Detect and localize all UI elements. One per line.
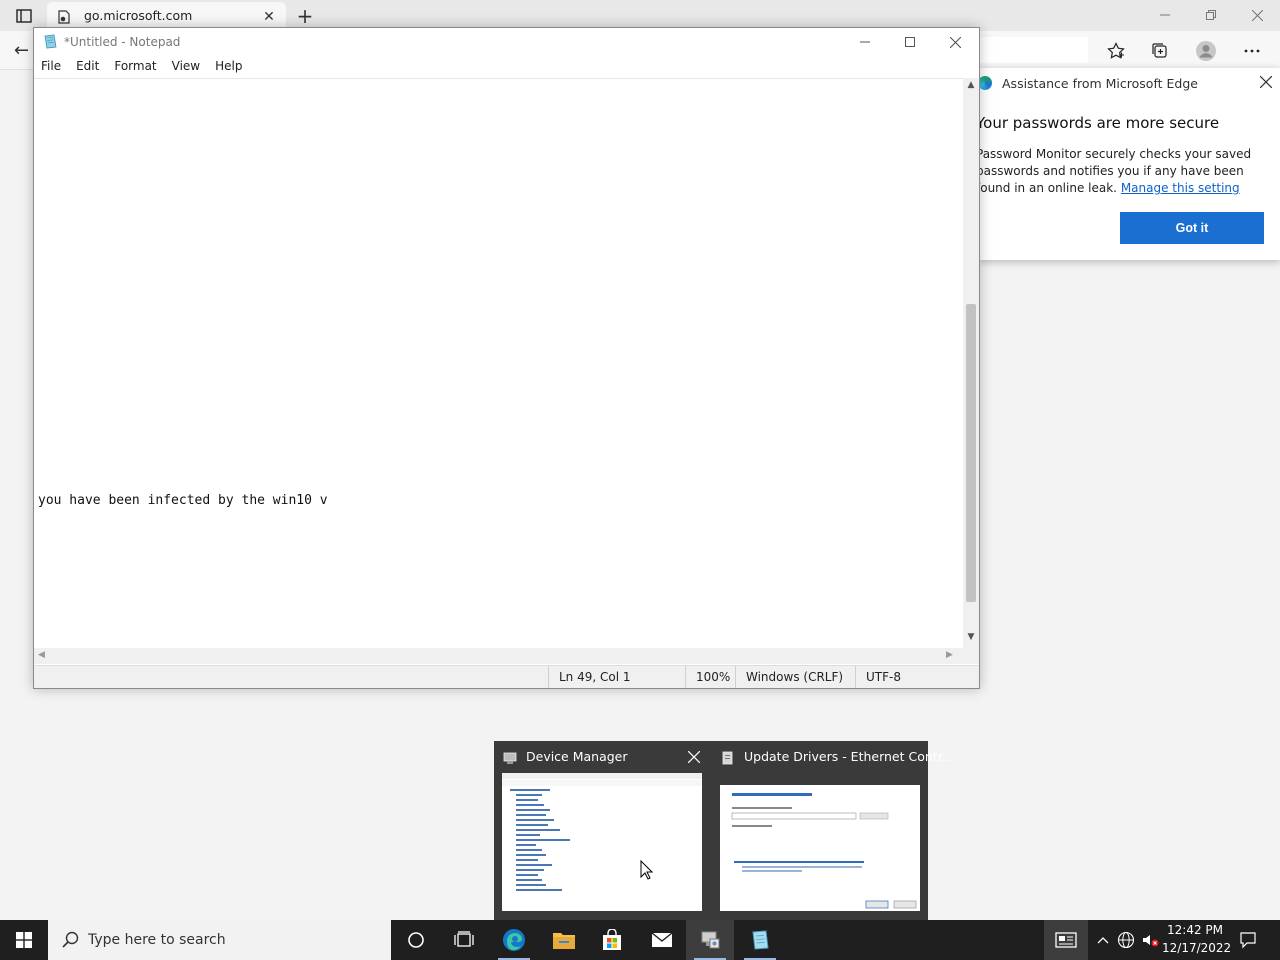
update-drivers-thumbnail[interactable]: Update Drivers - Ethernet Contr...	[712, 741, 954, 920]
task-view-icon[interactable]	[440, 920, 488, 960]
scroll-down-arrow-icon[interactable]: ▼	[965, 632, 977, 644]
manage-setting-link[interactable]: Manage this setting	[1121, 181, 1240, 195]
volume-muted-icon[interactable]	[1140, 930, 1160, 950]
taskbar-thumbnail-group: Device Manager Update Drivers - Ethernet…	[494, 741, 954, 920]
document-text: you have been infected by the win10 v	[38, 493, 328, 508]
update-drivers-preview	[720, 785, 920, 911]
tab-close-button[interactable]: ✕	[259, 7, 279, 27]
status-encoding: UTF-8	[855, 666, 979, 688]
scroll-up-arrow-icon[interactable]: ▲	[965, 80, 977, 92]
status-line-ending: Windows (CRLF)	[735, 666, 855, 688]
more-options-icon[interactable]	[1238, 38, 1266, 64]
windows-taskbar: Type here to search 12:42 PM 12/17/2022	[0, 920, 1280, 960]
scrollbar-corner	[963, 648, 979, 664]
status-cursor-position: Ln 49, Col 1	[548, 666, 685, 688]
show-hidden-icons-chevron-icon[interactable]	[1093, 930, 1113, 950]
profile-avatar-icon[interactable]	[1192, 38, 1220, 64]
edge-logo-icon	[978, 76, 992, 90]
page-favicon-icon	[57, 9, 71, 24]
search-placeholder: Type here to search	[88, 932, 226, 948]
notepad-menu-bar: File Edit Format View Help	[34, 57, 979, 77]
notepad-title-bar[interactable]: *Untitled - Notepad	[34, 28, 979, 57]
cortana-icon[interactable]	[392, 920, 440, 960]
menu-view[interactable]: View	[165, 57, 208, 77]
vertical-scrollbar[interactable]: ▲ ▼	[963, 78, 979, 648]
device-manager-thumbnail-title: Device Manager	[526, 749, 628, 764]
popup-title: Your passwords are more secure	[976, 114, 1220, 132]
action-center-icon[interactable]	[1238, 930, 1258, 950]
update-drivers-thumbnail-title: Update Drivers - Ethernet Contr...	[744, 749, 954, 764]
device-manager-icon	[503, 750, 517, 764]
browser-minimize-button[interactable]	[1142, 0, 1188, 30]
notepad-window: *Untitled - Notepad File Edit Format Vie…	[33, 27, 980, 689]
vertical-scroll-thumb[interactable]	[966, 304, 976, 602]
news-widget-icon[interactable]	[1044, 920, 1088, 960]
tab-actions-icon[interactable]	[8, 6, 40, 26]
driver-update-icon	[721, 750, 735, 765]
address-bar[interactable]	[978, 37, 1088, 63]
device-manager-preview	[502, 773, 702, 911]
notepad-close-button[interactable]	[932, 28, 978, 56]
popup-header: Assistance from Microsoft Edge	[1002, 76, 1198, 91]
menu-format[interactable]: Format	[107, 57, 164, 77]
favorites-icon[interactable]	[1102, 38, 1130, 64]
scroll-right-arrow-icon[interactable]: ▶	[946, 650, 953, 660]
notepad-app-icon	[43, 34, 57, 49]
status-zoom: 100%	[685, 666, 735, 688]
thumbnail-close-button[interactable]	[683, 746, 705, 768]
menu-edit[interactable]: Edit	[69, 57, 107, 77]
browser-close-button[interactable]	[1234, 0, 1280, 30]
network-globe-icon[interactable]	[1116, 930, 1136, 950]
new-tab-button[interactable]: +	[292, 4, 318, 28]
notepad-maximize-button[interactable]	[887, 28, 933, 56]
scroll-left-arrow-icon[interactable]: ◀	[38, 650, 45, 660]
got-it-button[interactable]: Got it	[1120, 212, 1264, 244]
notepad-text-area[interactable]: you have been infected by the win10 v	[34, 78, 963, 649]
popup-close-button[interactable]	[1256, 72, 1276, 92]
edge-taskbar-icon[interactable]	[490, 920, 538, 960]
notepad-status-bar: Ln 49, Col 1 100% Windows (CRLF) UTF-8	[34, 665, 979, 688]
notepad-taskbar-icon[interactable]	[736, 920, 784, 960]
microsoft-store-icon[interactable]	[588, 920, 636, 960]
menu-help[interactable]: Help	[208, 57, 250, 77]
mail-icon[interactable]	[638, 920, 686, 960]
clock-time[interactable]: 12:42 PM	[1162, 923, 1228, 937]
notepad-minimize-button[interactable]	[842, 28, 888, 56]
collections-icon[interactable]	[1146, 38, 1174, 64]
device-manager-taskbar-icon[interactable]	[686, 920, 734, 960]
password-monitor-popup: Assistance from Microsoft Edge Your pass…	[976, 68, 1280, 260]
start-button[interactable]	[0, 920, 48, 960]
popup-body: Password Monitor securely checks your sa…	[976, 146, 1272, 197]
horizontal-scrollbar[interactable]: ◀ ▶	[34, 648, 963, 664]
mouse-cursor-icon	[640, 859, 654, 880]
search-icon	[60, 930, 80, 950]
browser-restore-button[interactable]	[1188, 0, 1234, 30]
taskbar-search-box[interactable]: Type here to search	[48, 920, 391, 960]
menu-file[interactable]: File	[34, 57, 69, 77]
clock-date[interactable]: 12/17/2022	[1162, 941, 1231, 955]
notepad-title: *Untitled - Notepad	[64, 35, 181, 49]
device-manager-thumbnail[interactable]: Device Manager	[494, 741, 710, 920]
file-explorer-icon[interactable]	[540, 920, 588, 960]
tab-title: go.microsoft.com	[84, 8, 193, 23]
